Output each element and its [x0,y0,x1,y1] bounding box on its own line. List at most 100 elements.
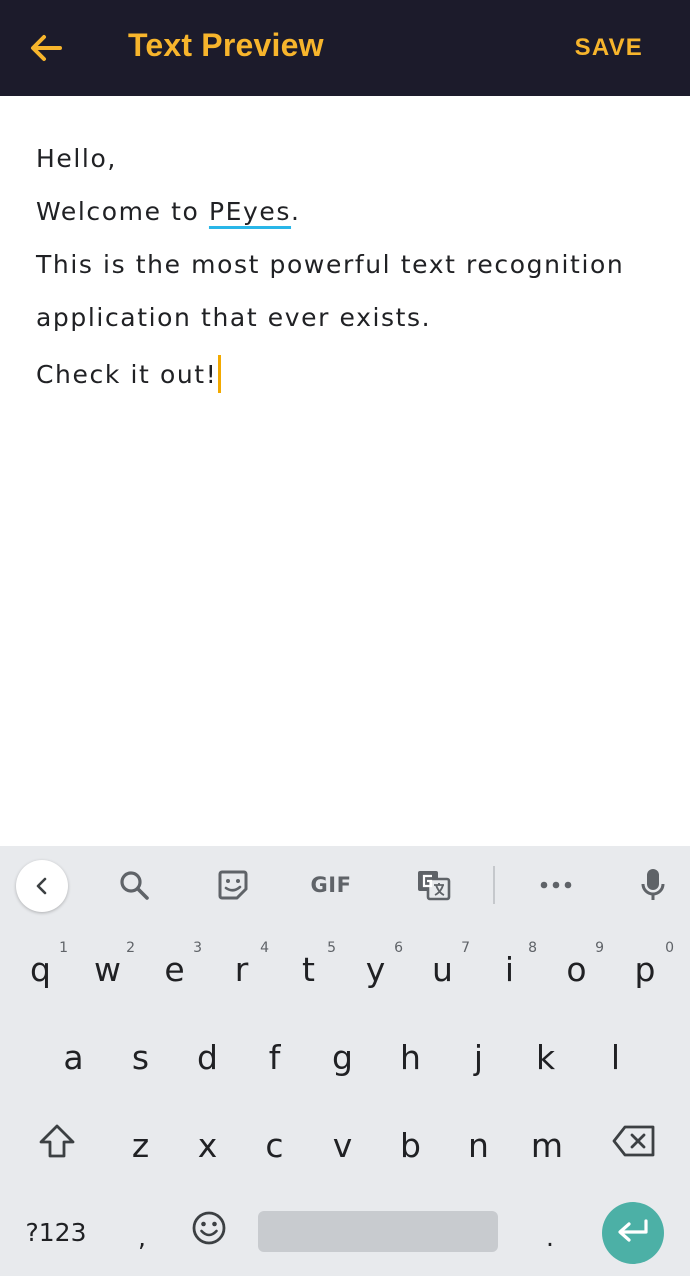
comma-key[interactable]: , [112,1202,172,1272]
text-line-segment: Check it out! [36,360,218,389]
key-label: z [131,1125,150,1165]
key-z[interactable]: z [107,1110,174,1180]
toolbar-divider [493,866,495,904]
emoji-key[interactable] [178,1197,240,1267]
enter-icon [616,1218,650,1249]
key-x[interactable]: x [174,1110,241,1180]
backspace-key[interactable] [596,1110,672,1180]
key-hint: 2 [126,940,135,956]
save-button[interactable]: SAVE [575,34,643,62]
text-cursor [218,355,222,393]
key-hint: 6 [394,940,403,956]
text-line: application that ever exists. [36,303,432,332]
key-label: b [400,1125,421,1165]
key-label: i [504,949,515,989]
key-n[interactable]: n [445,1110,512,1180]
key-t[interactable]: t5 [275,934,342,1004]
key-label: s [131,1037,150,1077]
chevron-left-icon[interactable] [16,860,68,912]
key-hint: 0 [665,940,674,956]
shift-icon [37,1122,77,1168]
key-o[interactable]: o9 [543,934,610,1004]
enter-key[interactable] [602,1202,664,1264]
key-hint: 1 [59,940,68,956]
key-label: p [634,949,656,989]
key-d[interactable]: d [174,1022,241,1092]
key-label: . [546,1222,554,1252]
shift-key[interactable] [21,1110,93,1180]
text-line-segment: . [291,197,301,226]
text-line: Hello, [36,144,117,173]
key-label: h [400,1037,421,1077]
key-label: y [365,949,386,989]
soft-keyboard: GIF q1 w2 e3 r4 t5 y6 u7 i8 o9 p0 a s d … [0,846,690,1276]
text-line: Check it out! [36,355,222,393]
key-label: w [94,949,121,989]
key-g[interactable]: g [309,1022,376,1092]
key-q[interactable]: q1 [7,934,74,1004]
space-bar[interactable] [258,1211,498,1252]
key-label: a [63,1037,84,1077]
key-hint: 8 [528,940,537,956]
key-label: r [234,949,249,989]
key-hint: 3 [193,940,202,956]
text-line: This is the most powerful text recogniti… [36,250,625,279]
key-label: v [332,1125,353,1165]
misspelled-word[interactable]: PEyes [209,197,291,226]
text-editor[interactable]: Hello, Welcome to PEyes. This is the mos… [0,96,690,846]
key-k[interactable]: k [512,1022,579,1092]
key-v[interactable]: v [309,1110,376,1180]
key-label: c [265,1125,284,1165]
key-label: f [268,1037,281,1077]
period-key[interactable]: . [520,1202,580,1272]
key-label: x [197,1125,218,1165]
key-label: u [432,949,453,989]
key-label: d [197,1037,218,1077]
key-label: q [30,949,51,989]
key-label: j [473,1037,484,1077]
key-p[interactable]: p0 [610,934,680,1004]
text-line: Welcome to PEyes. [36,197,301,226]
mic-icon[interactable] [628,860,678,910]
sticker-icon[interactable] [208,860,258,910]
key-label: ?123 [25,1217,87,1247]
key-label: t [302,949,315,989]
symbols-key[interactable]: ?123 [12,1197,100,1267]
key-hint: 4 [260,940,269,956]
key-label: e [164,949,185,989]
key-label: g [332,1037,353,1077]
emoji-icon [191,1210,227,1254]
key-f[interactable]: f [241,1022,308,1092]
app-bar: Text Preview SAVE [0,0,690,96]
key-label: m [530,1125,564,1165]
key-j[interactable]: j [445,1022,512,1092]
key-u[interactable]: u7 [409,934,476,1004]
key-r[interactable]: r4 [208,934,275,1004]
more-icon[interactable] [531,860,581,910]
key-e[interactable]: e3 [141,934,208,1004]
key-hint: 7 [461,940,470,956]
key-b[interactable]: b [377,1110,444,1180]
key-s[interactable]: s [107,1022,174,1092]
key-w[interactable]: w2 [74,934,141,1004]
key-hint: 9 [595,940,604,956]
key-label: n [468,1125,489,1165]
key-label: l [610,1037,621,1077]
gif-icon[interactable]: GIF [306,860,356,910]
key-hint: 5 [327,940,336,956]
key-label: o [566,949,587,989]
key-y[interactable]: y6 [342,934,409,1004]
key-l[interactable]: l [582,1022,649,1092]
key-i[interactable]: i8 [476,934,543,1004]
key-m[interactable]: m [512,1110,582,1180]
gif-label: GIF [310,873,352,897]
key-a[interactable]: a [40,1022,107,1092]
key-h[interactable]: h [377,1022,444,1092]
keyboard-toolbar: GIF [0,846,690,926]
translate-icon[interactable] [409,860,459,910]
key-label: , [138,1222,146,1252]
arrow-left-icon[interactable] [26,28,66,68]
search-icon[interactable] [109,860,159,910]
backspace-icon [611,1124,657,1166]
key-c[interactable]: c [241,1110,308,1180]
